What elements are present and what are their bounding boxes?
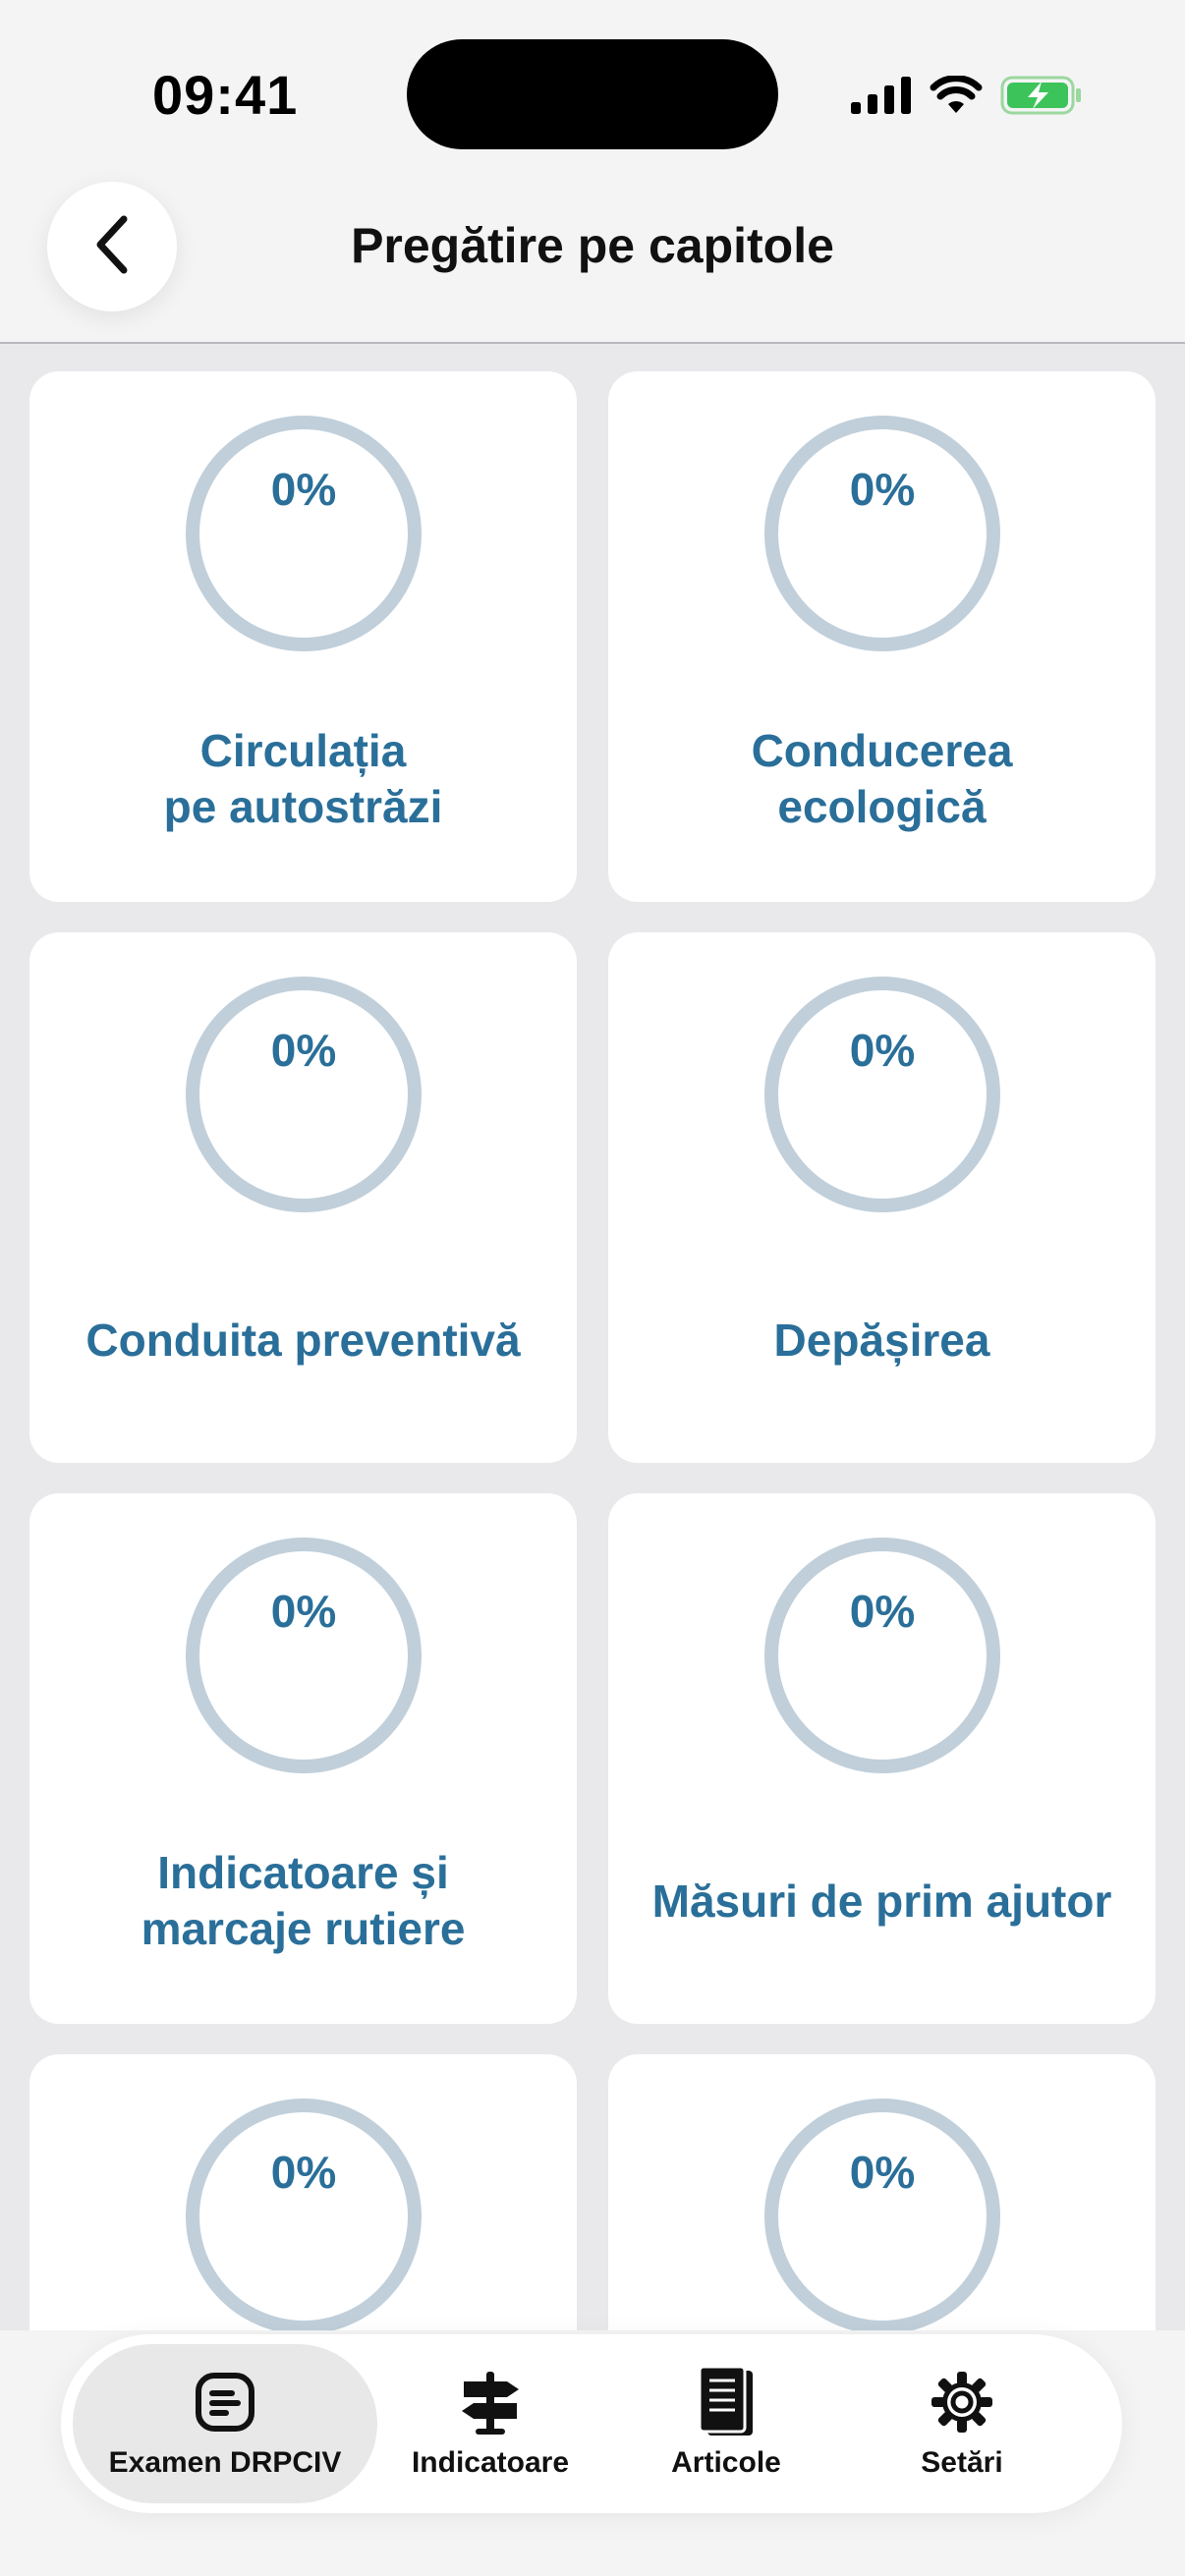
chapter-title: Depășirea <box>773 1314 990 1366</box>
chapter-title: Conducerea ecologică <box>751 725 1013 832</box>
tab-setari[interactable]: Setări <box>869 2344 1055 2503</box>
gear-icon <box>928 2368 996 2436</box>
chapter-title: Indicatoare și marcaje rutiere <box>141 1847 466 1954</box>
tab-articole[interactable]: Articole <box>633 2344 819 2503</box>
book-icon <box>692 2365 761 2436</box>
dynamic-island <box>407 39 778 149</box>
progress-label: 0% <box>849 464 916 515</box>
signpost-icon <box>456 2368 525 2436</box>
tab-label: Articole <box>671 2446 781 2479</box>
chapter-card[interactable]: 0% Depășirea <box>608 932 1156 1463</box>
progress-label: 0% <box>849 1586 916 1637</box>
chapter-card[interactable]: 0% Conduita preventivă <box>29 932 577 1463</box>
tab-examen-drpciv[interactable]: Examen DRPCIV <box>73 2344 377 2503</box>
progress-label: 0% <box>849 1025 916 1076</box>
chapter-card[interactable]: 0% Indicatoare și marcaje rutiere <box>29 1493 577 2024</box>
tab-indicatoare[interactable]: Indicatoare <box>377 2344 603 2503</box>
chapter-title: Măsuri de prim ajutor <box>651 1875 1112 1927</box>
screen: 09:41 Pregătire pe capitole 0% Circulați… <box>0 0 1185 2576</box>
chapter-card[interactable]: 0% Conducerea ecologică <box>608 371 1156 902</box>
tab-label: Indicatoare <box>411 2446 570 2479</box>
chapter-title: Conduita preventivă <box>85 1314 521 1366</box>
progress-label: 0% <box>270 2147 337 2198</box>
chapter-title: Circulația pe autostrăzi <box>163 725 443 832</box>
tab-bar: Examen DRPCIV Indicatoare Articole Setăr… <box>61 2334 1122 2513</box>
battery-icon <box>1000 76 1083 120</box>
tab-label: Examen DRPCIV <box>108 2446 342 2479</box>
signal-icon <box>851 76 912 119</box>
wifi-icon <box>930 74 983 120</box>
document-text-icon <box>191 2368 259 2436</box>
status-icons <box>851 73 1083 122</box>
progress-label: 0% <box>849 2147 916 2198</box>
status-time: 09:41 <box>152 64 299 126</box>
page-title: Pregătire pe capitole <box>351 218 834 273</box>
progress-label: 0% <box>270 1586 337 1637</box>
chapter-card[interactable]: 0% Circulația pe autostrăzi <box>29 371 577 902</box>
chapter-grid: 0% Circulația pe autostrăzi 0% Conducere… <box>29 371 1156 2576</box>
header: Pregătire pe capitole <box>0 182 1185 344</box>
progress-label: 0% <box>270 464 337 515</box>
chapter-card[interactable]: 0% Măsuri de prim ajutor <box>608 1493 1156 2024</box>
tab-label: Setări <box>921 2446 1003 2479</box>
status-bar: 09:41 <box>0 0 1185 182</box>
progress-label: 0% <box>270 1025 337 1076</box>
